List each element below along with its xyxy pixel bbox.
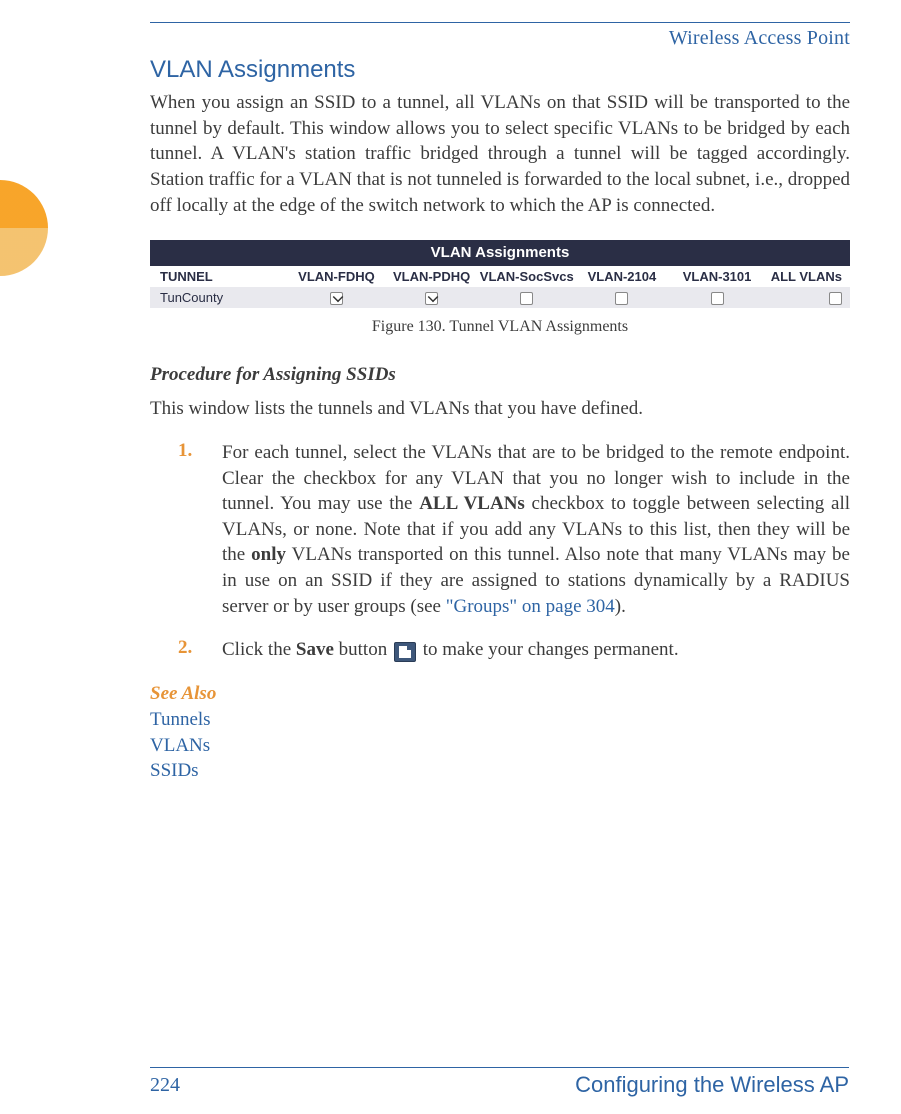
see-also-link-vlans[interactable]: VLANs xyxy=(150,733,850,759)
text: button xyxy=(334,639,392,660)
procedure-lead: This window lists the tunnels and VLANs … xyxy=(150,396,850,422)
bold-text: ALL VLANs xyxy=(419,493,525,514)
col-header-vlan2: VLAN-PDHQ xyxy=(384,266,479,287)
page: Wireless Access Point VLAN Assignments W… xyxy=(0,0,901,1114)
table-header-row: TUNNEL VLAN-FDHQ VLAN-PDHQ VLAN-SocSvcs … xyxy=(150,266,850,287)
checkbox-icon xyxy=(711,292,724,305)
cell-check-1[interactable] xyxy=(289,287,384,308)
text: ). xyxy=(615,596,626,617)
cross-reference-link[interactable]: "Groups" on page 304 xyxy=(446,596,615,617)
col-header-tunnel: TUNNEL xyxy=(150,266,289,287)
footer: 224 Configuring the Wireless AP xyxy=(150,1072,849,1098)
footer-rule xyxy=(150,1067,849,1068)
step-2: 2. Click the Save button to make your ch… xyxy=(178,637,850,663)
bold-text: Save xyxy=(296,639,334,660)
header-rule xyxy=(150,22,850,23)
checkbox-icon xyxy=(829,292,842,305)
procedure-steps: 1. For each tunnel, select the VLANs tha… xyxy=(178,440,850,663)
thumb-tab xyxy=(0,180,48,276)
cell-check-2[interactable] xyxy=(384,287,479,308)
checkbox-icon xyxy=(330,292,343,305)
col-header-allvlans: ALL VLANs xyxy=(765,266,850,287)
see-also-heading: See Also xyxy=(150,683,850,705)
footer-title: Configuring the Wireless AP xyxy=(575,1072,849,1098)
cell-tunnel-name: TunCounty xyxy=(150,287,289,308)
step-number: 2. xyxy=(178,637,198,663)
step-number: 1. xyxy=(178,440,198,619)
checkbox-icon xyxy=(425,292,438,305)
col-header-vlan1: VLAN-FDHQ xyxy=(289,266,384,287)
checkbox-icon xyxy=(615,292,628,305)
bold-text: only xyxy=(251,544,286,565)
cell-check-3[interactable] xyxy=(479,287,574,308)
content-area: Wireless Access Point VLAN Assignments W… xyxy=(150,22,850,784)
col-header-vlan5: VLAN-3101 xyxy=(669,266,764,287)
table-row: TunCounty xyxy=(150,287,850,308)
checkbox-icon xyxy=(520,292,533,305)
cell-check-4[interactable] xyxy=(574,287,669,308)
section-intro: When you assign an SSID to a tunnel, all… xyxy=(150,90,850,218)
step-text: Click the Save button to make your chang… xyxy=(222,637,679,663)
page-number: 224 xyxy=(150,1074,180,1097)
figure-panel-title: VLAN Assignments xyxy=(150,240,850,266)
col-header-vlan3: VLAN-SocSvcs xyxy=(479,266,574,287)
see-also-link-ssids[interactable]: SSIDs xyxy=(150,758,850,784)
procedure-heading: Procedure for Assigning SSIDs xyxy=(150,364,850,386)
section-heading: VLAN Assignments xyxy=(150,56,850,84)
figure-caption: Figure 130. Tunnel VLAN Assignments xyxy=(150,318,850,336)
save-icon xyxy=(394,642,416,662)
step-text: For each tunnel, select the VLANs that a… xyxy=(222,440,850,619)
text: to make your changes permanent. xyxy=(418,639,679,660)
col-header-vlan4: VLAN-2104 xyxy=(574,266,669,287)
cell-check-5[interactable] xyxy=(669,287,764,308)
cell-check-all[interactable] xyxy=(765,287,850,308)
figure-vlan-assignments: VLAN Assignments TUNNEL VLAN-FDHQ VLAN-P… xyxy=(150,240,850,308)
text: Click the xyxy=(222,639,296,660)
see-also-link-tunnels[interactable]: Tunnels xyxy=(150,707,850,733)
running-header: Wireless Access Point xyxy=(150,27,850,50)
step-1: 1. For each tunnel, select the VLANs tha… xyxy=(178,440,850,619)
